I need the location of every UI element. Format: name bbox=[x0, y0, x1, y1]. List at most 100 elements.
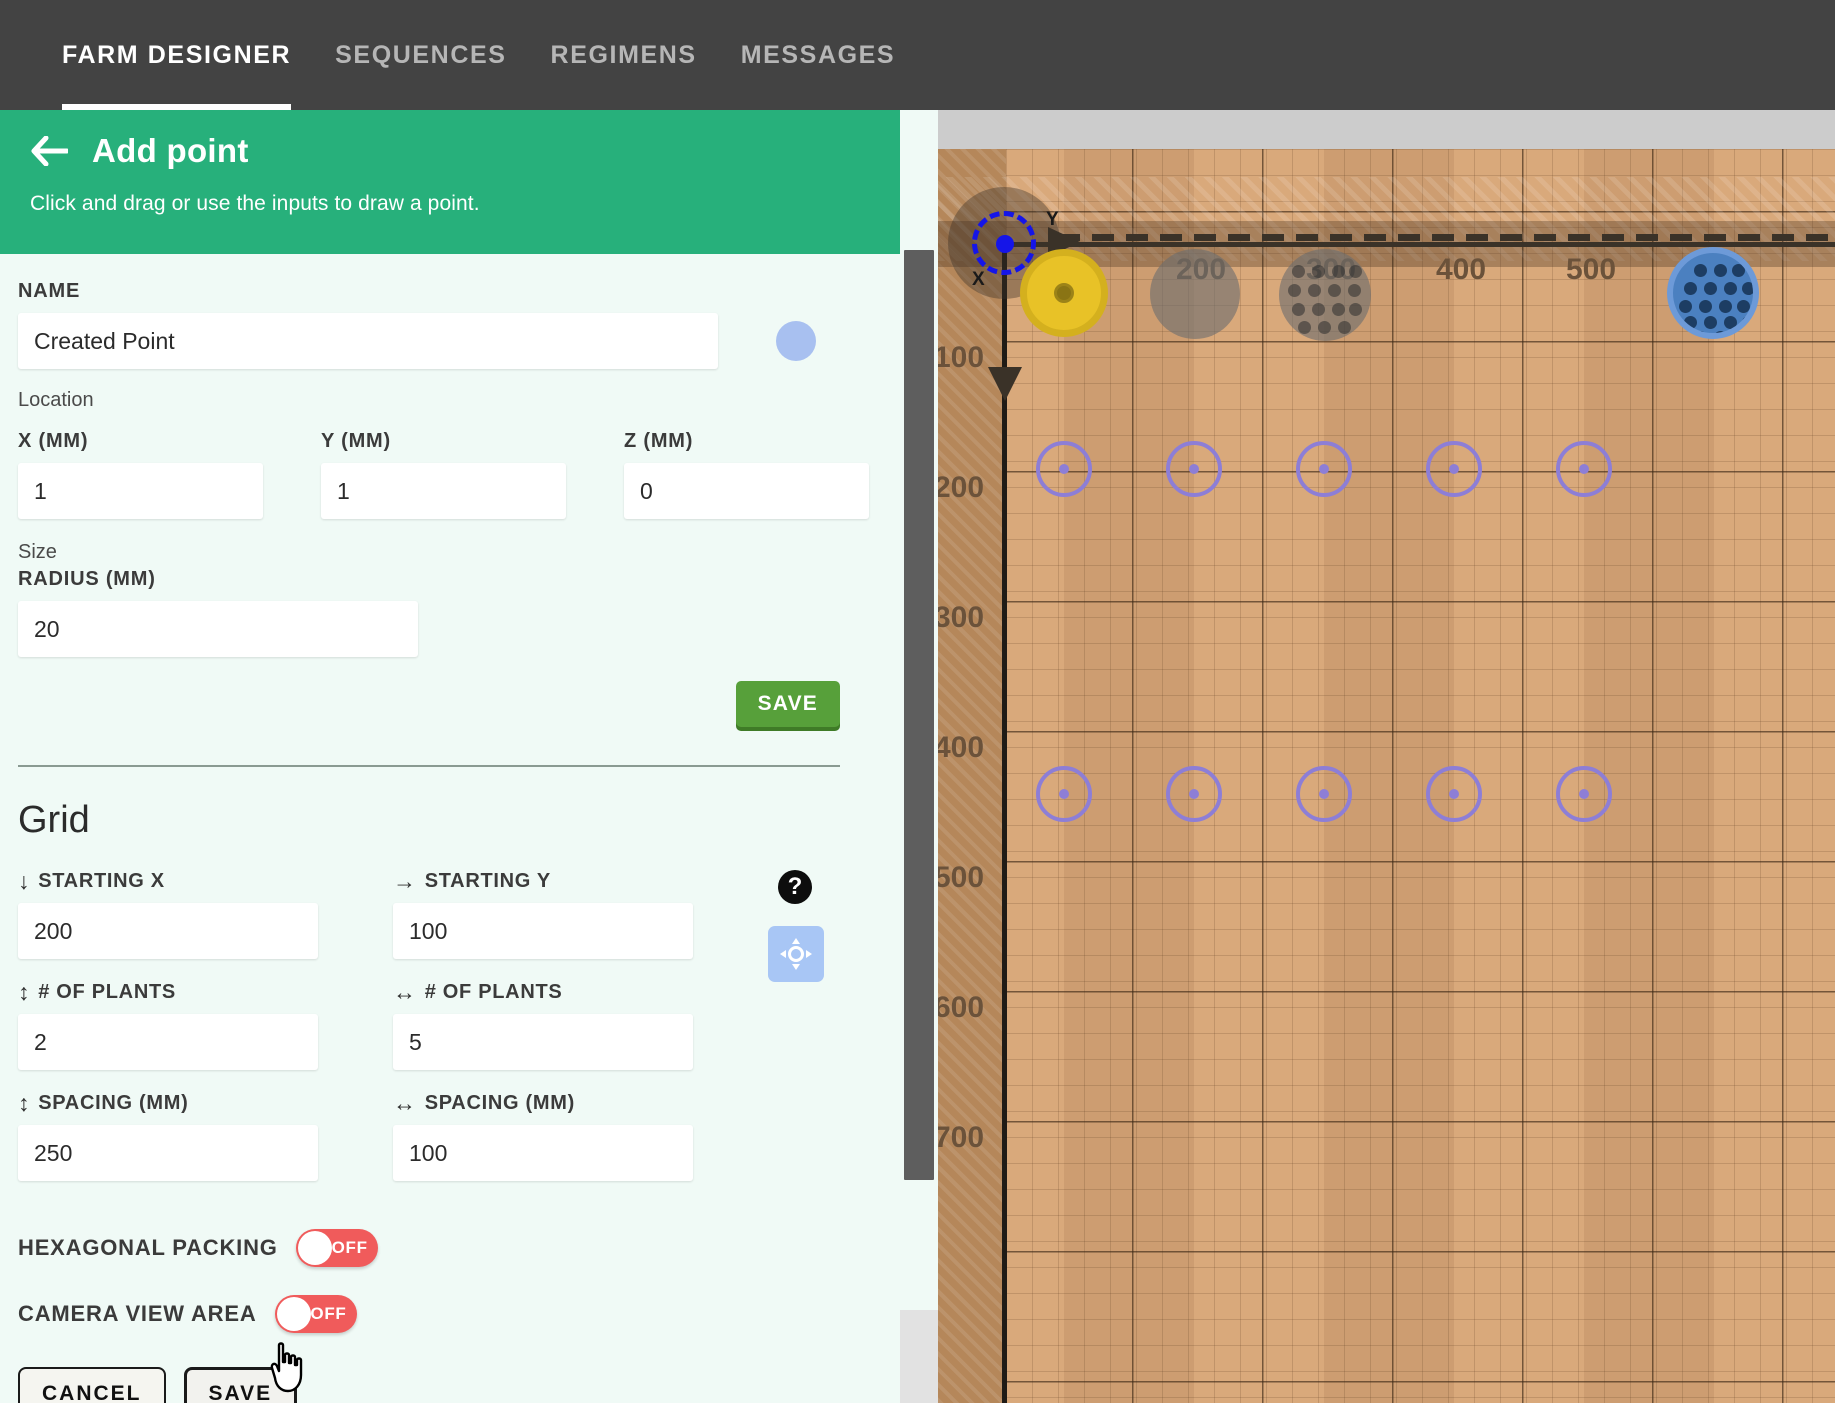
starting-y-input[interactable] bbox=[393, 903, 693, 959]
name-row bbox=[18, 313, 870, 369]
x-axis-arrowhead-icon bbox=[984, 365, 1026, 409]
tray-dot-pattern bbox=[1279, 249, 1371, 341]
toggle-knob bbox=[298, 1231, 332, 1265]
z-input[interactable] bbox=[624, 463, 869, 519]
hexagonal-packing-row: HEXAGONAL PACKING OFF bbox=[18, 1229, 870, 1267]
add-point-panel: Add point Click and drag or use the inpu… bbox=[0, 110, 900, 1403]
starting-x-input[interactable] bbox=[18, 903, 318, 959]
nav-tab-messages[interactable]: MESSAGES bbox=[741, 0, 896, 110]
nav-tab-sequences[interactable]: SEQUENCES bbox=[335, 0, 506, 110]
starting-x-label: STARTING X bbox=[38, 870, 165, 893]
plant-grid-marker[interactable] bbox=[1296, 441, 1352, 497]
spacing-vertical-field-group: ↕ SPACING (MM) bbox=[18, 1090, 318, 1181]
starting-y-field-group: → STARTING Y bbox=[393, 868, 693, 959]
x-ruler-tick: 500 bbox=[1566, 253, 1616, 287]
hexagonal-packing-label: HEXAGONAL PACKING bbox=[18, 1235, 278, 1261]
spacing-horizontal-label-row: ↔ SPACING (MM) bbox=[393, 1090, 693, 1116]
nav-tab-farm-designer[interactable]: FARM DESIGNER bbox=[62, 0, 291, 110]
spacing-horizontal-label: SPACING (MM) bbox=[425, 1092, 575, 1115]
plants-horizontal-input[interactable] bbox=[393, 1014, 693, 1070]
point-color-swatch[interactable] bbox=[776, 321, 816, 361]
panel-title-row: Add point bbox=[30, 132, 870, 170]
arrow-down-icon: ↓ bbox=[18, 870, 30, 893]
plant-grid-marker[interactable] bbox=[1166, 441, 1222, 497]
seeder-slot[interactable] bbox=[1020, 249, 1108, 337]
grid-fields-columns: ↓ STARTING X ↕ # OF PLANTS bbox=[18, 868, 768, 1201]
x-axis-line bbox=[1002, 242, 1007, 1403]
plant-grid-marker[interactable] bbox=[1426, 441, 1482, 497]
save-point-button[interactable]: SAVE bbox=[736, 681, 840, 727]
location-group-label: Location bbox=[18, 389, 870, 412]
cancel-button[interactable]: CANCEL bbox=[18, 1367, 166, 1403]
y-ruler-tick: 200 bbox=[938, 471, 984, 505]
arrow-right-icon: → bbox=[393, 870, 417, 893]
save-point-row: SAVE bbox=[18, 681, 870, 727]
plant-grid-marker[interactable] bbox=[1426, 766, 1482, 822]
question-mark-icon[interactable]: ? bbox=[778, 870, 812, 904]
y-ruler-tick: 500 bbox=[938, 861, 984, 895]
back-arrow-icon[interactable] bbox=[30, 136, 68, 166]
arrow-left-right-icon: ↔ bbox=[393, 1092, 417, 1115]
nav-tab-label: SEQUENCES bbox=[335, 41, 506, 70]
arrow-up-down-icon: ↕ bbox=[18, 981, 30, 1004]
y-axis-label: Y bbox=[1046, 209, 1059, 231]
name-label: NAME bbox=[18, 280, 870, 303]
plants-horizontal-field-group: ↔ # OF PLANTS bbox=[393, 979, 693, 1070]
panel-body: NAME Location X (MM) Y (MM) bbox=[0, 254, 900, 1403]
plant-grid-marker[interactable] bbox=[1556, 766, 1612, 822]
tray-dot-pattern bbox=[1673, 253, 1753, 333]
plant-grid-marker[interactable] bbox=[1296, 766, 1352, 822]
seed-tray-blue-slot[interactable] bbox=[1667, 247, 1759, 339]
camera-view-area-row: CAMERA VIEW AREA OFF bbox=[18, 1295, 870, 1333]
nav-tab-label: FARM DESIGNER bbox=[62, 41, 291, 70]
plant-grid-marker[interactable] bbox=[1556, 441, 1612, 497]
radius-input[interactable] bbox=[18, 601, 418, 657]
y-ruler-tick: 600 bbox=[938, 991, 984, 1025]
x-label: X (MM) bbox=[18, 430, 263, 453]
grid-column-horizontal: → STARTING Y ↔ # OF PLANTS bbox=[393, 868, 693, 1201]
seeder-center-dot bbox=[1054, 283, 1074, 303]
plants-vertical-input[interactable] bbox=[18, 1014, 318, 1070]
grid-save-button[interactable]: SAVE bbox=[184, 1367, 298, 1403]
y-field-group: Y (MM) bbox=[321, 430, 566, 519]
name-input-wrapper bbox=[18, 313, 718, 369]
spacing-vertical-input[interactable] bbox=[18, 1125, 318, 1181]
farm-designer-map[interactable]: Y X 100 200 300 400 500 100 200 300 400 … bbox=[938, 110, 1835, 1403]
plant-grid-marker[interactable] bbox=[1036, 441, 1092, 497]
x-input[interactable] bbox=[18, 463, 263, 519]
empty-slot[interactable] bbox=[1150, 249, 1240, 339]
scrollbar-lower-track bbox=[900, 1310, 938, 1403]
spacing-horizontal-input[interactable] bbox=[393, 1125, 693, 1181]
starting-x-field-group: ↓ STARTING X bbox=[18, 868, 318, 959]
starting-x-label-row: ↓ STARTING X bbox=[18, 868, 318, 894]
camera-view-area-toggle[interactable]: OFF bbox=[275, 1295, 357, 1333]
nav-tab-label: MESSAGES bbox=[741, 41, 896, 70]
y-input[interactable] bbox=[321, 463, 566, 519]
section-divider bbox=[18, 765, 840, 767]
y-ruler-tick: 700 bbox=[938, 1121, 984, 1155]
location-group: Location X (MM) Y (MM) Z (MM) bbox=[18, 389, 870, 519]
z-label: Z (MM) bbox=[624, 430, 869, 453]
x-field-group: X (MM) bbox=[18, 430, 263, 519]
top-navigation-bar: FARM DESIGNER SEQUENCES REGIMENS MESSAGE… bbox=[0, 0, 1835, 110]
nav-tab-regimens[interactable]: REGIMENS bbox=[551, 0, 697, 110]
origin-center-dot bbox=[996, 235, 1014, 253]
plant-grid-marker[interactable] bbox=[1166, 766, 1222, 822]
seed-tray-gray-slot[interactable] bbox=[1279, 249, 1371, 341]
name-input[interactable] bbox=[18, 313, 718, 369]
hexagonal-packing-toggle[interactable]: OFF bbox=[296, 1229, 378, 1267]
move-crosshair-icon[interactable] bbox=[768, 926, 824, 982]
plants-vertical-label: # OF PLANTS bbox=[38, 981, 176, 1004]
toggle-state-label: OFF bbox=[332, 1238, 368, 1258]
panel-scrollbar-thumb[interactable] bbox=[904, 250, 934, 1180]
y-label: Y (MM) bbox=[321, 430, 566, 453]
y-ruler-tick: 400 bbox=[938, 731, 984, 765]
page-title: Add point bbox=[92, 132, 249, 170]
grid-form: ↓ STARTING X ↕ # OF PLANTS bbox=[18, 868, 870, 1201]
z-field-group: Z (MM) bbox=[624, 430, 869, 519]
y-axis-dashes bbox=[1058, 234, 1835, 241]
arrow-up-down-icon: ↕ bbox=[18, 1092, 30, 1115]
panel-header: Add point Click and drag or use the inpu… bbox=[0, 110, 900, 254]
grid-side-controls: ? bbox=[768, 868, 870, 1201]
plant-grid-marker[interactable] bbox=[1036, 766, 1092, 822]
